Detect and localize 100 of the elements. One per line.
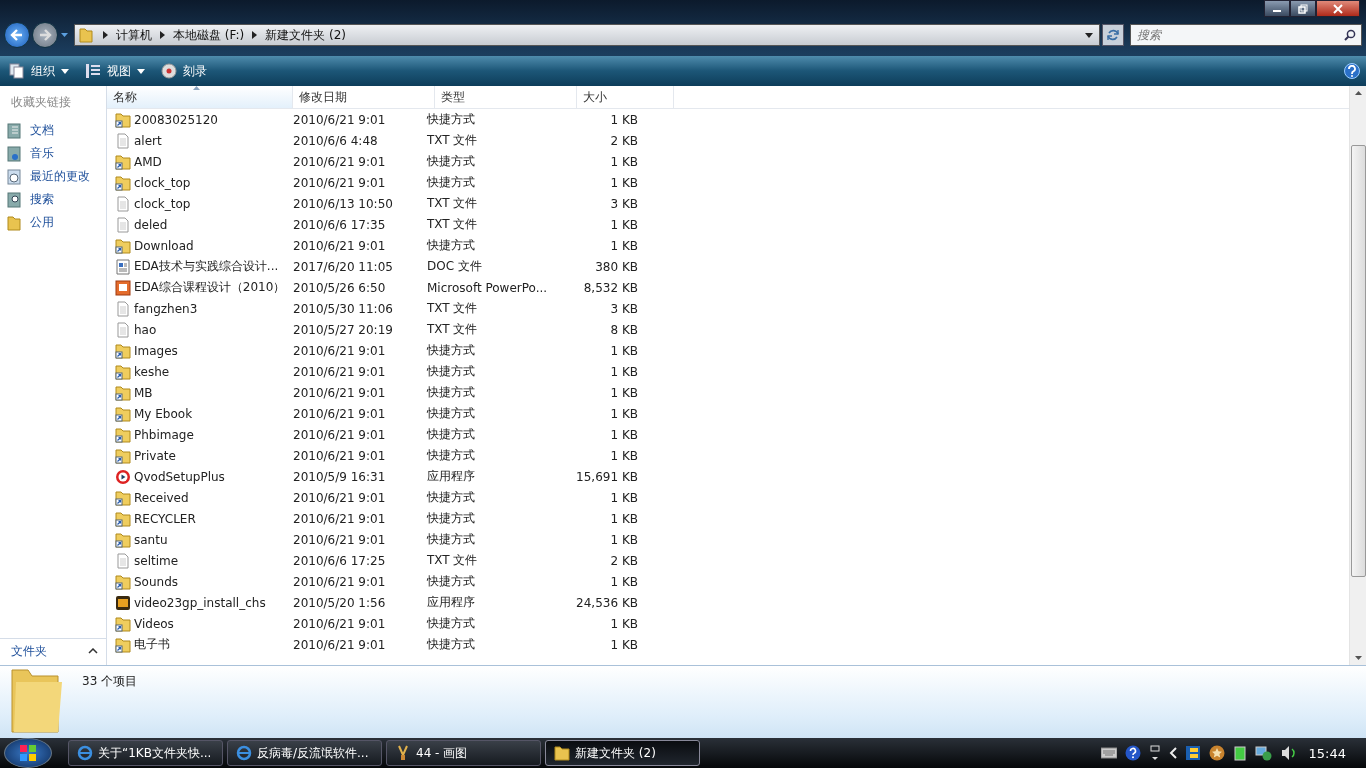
column-header[interactable]: 类型 — [435, 86, 577, 108]
file-name[interactable]: clock_top — [107, 174, 286, 191]
minimize-button[interactable] — [1264, 0, 1290, 17]
chevron-icon[interactable] — [160, 31, 165, 39]
forward-arrow-icon — [38, 28, 52, 42]
file-name[interactable]: 电子书 — [107, 636, 286, 653]
taskbar-button[interactable]: 关于“1KB文件夹快... — [68, 740, 223, 766]
speaker-icon[interactable] — [1280, 745, 1297, 761]
battery-icon[interactable] — [1232, 745, 1247, 761]
help-icon[interactable] — [1124, 745, 1141, 761]
close-button[interactable] — [1316, 0, 1360, 17]
column-header[interactable]: 修改日期 — [293, 86, 435, 108]
toolbar-button[interactable]: 刻录 — [158, 59, 210, 83]
column-header[interactable]: 名称 — [107, 86, 293, 108]
folder-shortcut-icon — [115, 426, 131, 443]
file-name[interactable]: hao — [107, 321, 286, 338]
size-cell-text: 1 KB — [609, 637, 639, 652]
refresh-button[interactable] — [1102, 24, 1124, 46]
taskbar-button[interactable]: 反病毒/反流氓软件... — [227, 740, 382, 766]
toolbar-button[interactable]: 组织 — [6, 59, 72, 83]
file-name[interactable]: Download — [107, 237, 286, 254]
size-cell-text: 1 KB — [609, 112, 639, 127]
folders-toggle[interactable]: 文件夹 — [0, 638, 106, 663]
date-cell-text: 2010/5/30 11:06 — [292, 301, 394, 316]
file-name[interactable]: seltime — [107, 552, 286, 569]
file-name[interactable]: Sounds — [107, 573, 286, 590]
file-name[interactable]: MB — [107, 384, 286, 401]
music-icon — [7, 145, 21, 162]
file-name[interactable]: My Ebook — [107, 405, 286, 422]
breadcrumb-item[interactable]: 计算机 — [116, 26, 152, 44]
scroll-down-icon[interactable] — [1354, 656, 1362, 660]
file-name[interactable]: Received — [107, 489, 286, 506]
file-name[interactable]: keshe — [107, 363, 286, 380]
help-button[interactable] — [1344, 63, 1360, 79]
file-name[interactable]: RECYCLER — [107, 510, 286, 527]
favorite-link[interactable]: 音乐 — [0, 142, 106, 165]
column-header[interactable]: 大小 — [577, 86, 674, 108]
disc-icon — [161, 63, 177, 79]
file-name[interactable]: AMD — [107, 153, 286, 170]
start-button[interactable] — [4, 738, 52, 768]
type-cell-text: 快捷方式 — [426, 510, 476, 527]
file-name[interactable]: QvodSetupPlus — [107, 468, 286, 485]
refresh-icon — [1106, 28, 1120, 42]
type-cell-text: 快捷方式 — [426, 426, 476, 443]
dropdown-icon[interactable] — [1085, 32, 1093, 38]
favorite-link[interactable]: 文档 — [0, 119, 106, 142]
file-name[interactable]: EDA技术与实践综合设计... — [107, 258, 286, 275]
app-tray-icon[interactable] — [1184, 745, 1201, 761]
date-cell-text: 2010/6/21 9:01 — [292, 364, 387, 379]
date-cell-text: 2010/6/21 9:01 — [292, 637, 387, 652]
favorite-link[interactable]: 公用 — [0, 211, 106, 234]
file-name[interactable]: fangzhen3 — [107, 300, 286, 317]
file-name[interactable]: Phbimage — [107, 426, 286, 443]
history-dropdown-icon[interactable] — [61, 33, 68, 37]
file-name[interactable]: santu — [107, 531, 286, 548]
file-name[interactable]: 20083025120 — [107, 111, 286, 128]
toolbar-button[interactable]: 视图 — [82, 59, 148, 83]
scroll-up-icon[interactable] — [1354, 91, 1362, 95]
chevron-icon[interactable] — [1168, 747, 1177, 759]
favorite-link[interactable]: 最近的更改 — [0, 165, 106, 188]
network-icon[interactable] — [1254, 745, 1273, 761]
file-name[interactable]: Videos — [107, 615, 286, 632]
star-icon[interactable] — [1208, 745, 1225, 761]
folder-shortcut-icon — [115, 342, 131, 359]
keyboard-icon[interactable] — [1100, 747, 1117, 759]
file-name[interactable]: deled — [107, 216, 286, 233]
file-name[interactable]: video23gp_install_chs — [107, 594, 286, 611]
search-field[interactable]: 搜索 — [1130, 24, 1362, 46]
file-name[interactable]: Images — [107, 342, 286, 359]
taskbar-button[interactable]: 44 - 画图 — [386, 740, 541, 766]
favorite-link[interactable]: 搜索 — [0, 188, 106, 211]
document-file-icon — [115, 258, 131, 275]
folder-shortcut-icon — [115, 447, 131, 464]
size-cell-text: 3 KB — [609, 301, 639, 316]
breadcrumb-item[interactable]: 新建文件夹 (2) — [265, 26, 346, 44]
restore-icon — [1298, 3, 1308, 14]
date-cell-text: 2010/6/21 9:01 — [292, 511, 387, 526]
file-name[interactable]: EDA综合课程设计（2010） — [107, 279, 286, 296]
file-name[interactable]: clock_top — [107, 195, 286, 212]
taskbar-button[interactable]: 新建文件夹 (2) — [545, 740, 700, 766]
chevron-icon[interactable] — [103, 31, 108, 39]
windows-icon[interactable] — [1148, 745, 1161, 761]
vertical-scrollbar[interactable] — [1349, 86, 1366, 665]
type-cell-text: TXT 文件 — [426, 216, 479, 233]
type-cell-text: TXT 文件 — [426, 132, 479, 149]
date-cell-text: 2010/6/21 9:01 — [292, 427, 387, 442]
file-name[interactable]: alert — [107, 132, 286, 149]
back-button[interactable] — [4, 22, 30, 48]
folder-shortcut-icon — [115, 174, 131, 191]
restore-button[interactable] — [1290, 0, 1316, 17]
folder-shortcut-icon — [115, 531, 131, 548]
size-cell-text: 15,691 KB — [575, 469, 639, 484]
size-cell-text: 1 KB — [609, 238, 639, 253]
forward-button[interactable] — [32, 22, 58, 48]
chevron-icon[interactable] — [252, 31, 258, 39]
size-cell-text: 380 KB — [594, 259, 639, 274]
file-name[interactable]: Private — [107, 447, 286, 464]
breadcrumb-item[interactable]: 本地磁盘 (F:) — [173, 26, 245, 44]
address-bar[interactable]: 计算机 本地磁盘 (F:) 新建文件夹 (2) — [74, 24, 1100, 46]
search-icon — [7, 191, 21, 208]
